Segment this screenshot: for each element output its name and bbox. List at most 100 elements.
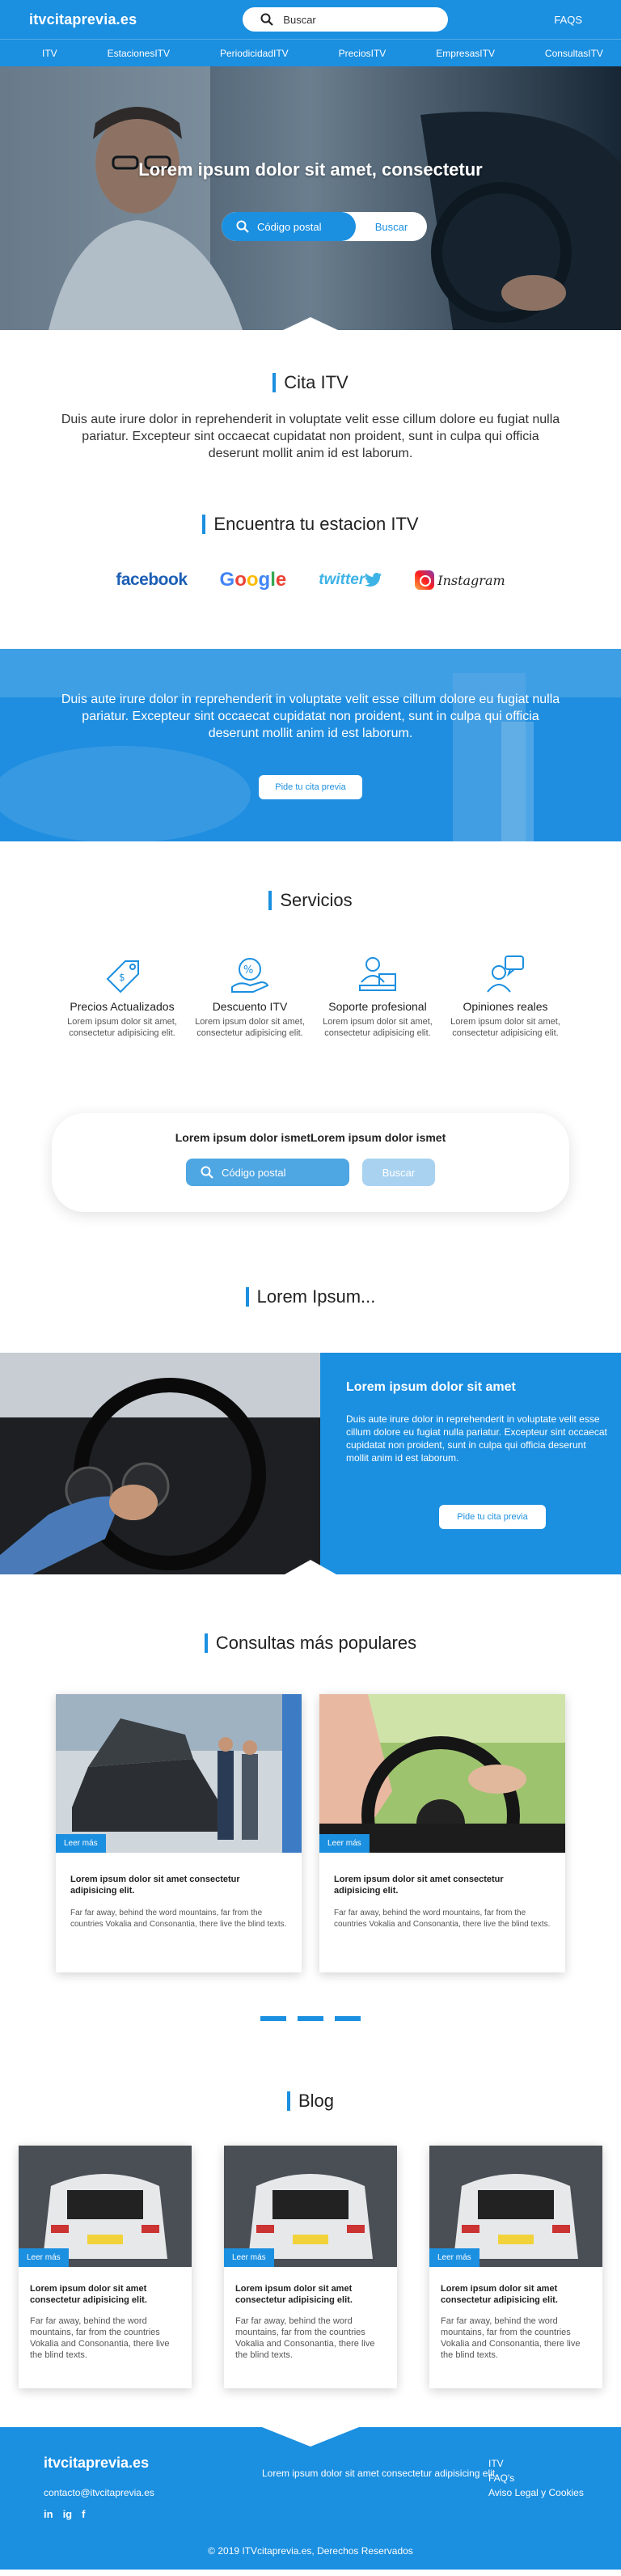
read-more-tag[interactable]: Leer más <box>224 2248 274 2267</box>
twitter-logo[interactable]: twitter <box>319 571 382 589</box>
hero-search-button[interactable]: Buscar <box>356 212 427 241</box>
instagram-logo[interactable]: Instagram <box>415 570 505 590</box>
read-more-tag[interactable]: Leer más <box>56 1834 106 1853</box>
discount-icon: % <box>231 958 269 993</box>
footer-description: Lorem ipsum dolor sit amet consectetur a… <box>262 2468 498 2479</box>
card-text: Far far away, behind the word mountains,… <box>70 1909 287 1929</box>
facebook-icon[interactable]: f <box>82 2508 85 2520</box>
car-rear-image: Leer más <box>429 2146 602 2267</box>
footer-links: ITV FAQ's Aviso Legal y Cookies <box>488 2456 584 2500</box>
search-box-row: Código postal Buscar <box>52 1159 569 1186</box>
blog-title: Blog <box>0 2091 621 2112</box>
hero-title: Lorem ipsum dolor sit amet, consectetur <box>138 159 483 180</box>
service-title: Soporte profesional <box>328 1000 427 1013</box>
read-more-tag[interactable]: Leer más <box>319 1834 370 1853</box>
postal-code-placeholder: Código postal <box>222 1166 286 1179</box>
blog-card-text: Far far away, behind the word mountains,… <box>30 2316 170 2360</box>
lorem-panel: Lorem ipsum dolor sit amet Duis aute iru… <box>320 1353 621 1574</box>
blog-card-text: Far far away, behind the word mountains,… <box>235 2316 375 2360</box>
linkedin-icon[interactable]: in <box>44 2508 53 2520</box>
footer-link-legal[interactable]: Aviso Legal y Cookies <box>488 2485 584 2500</box>
consultas-title: Consultas más populares <box>0 1633 621 1654</box>
cita-text: Duis aute irure dolor in reprehenderit i… <box>61 413 560 460</box>
instagram-icon[interactable]: ig <box>63 2508 73 2520</box>
banner-garage-image <box>0 649 621 841</box>
nav-item-consultas[interactable]: ConsultasITV <box>545 48 603 59</box>
car-rear-image: Leer más <box>19 2146 192 2267</box>
service-title: Opiniones reales <box>463 1000 548 1013</box>
servicios-grid: $ Precios Actualizados Lorem ipsum dolor… <box>0 951 621 1039</box>
service-text: Lorem ipsum dolor sit amet, consectetur … <box>195 1017 305 1038</box>
search-icon <box>201 1166 213 1179</box>
footer: itvcitaprevia.es contacto@itvcitaprevia.… <box>0 2427 621 2570</box>
service-text: Lorem ipsum dolor sit amet, consectetur … <box>450 1017 560 1038</box>
hero: Lorem ipsum dolor sit amet, consectetur … <box>0 66 621 330</box>
footer-link-faqs[interactable]: FAQ's <box>488 2471 584 2485</box>
nav-item-periodicidad[interactable]: PeriodicidadITV <box>220 48 289 59</box>
read-more-tag[interactable]: Leer más <box>19 2248 69 2267</box>
reviews-icon <box>487 955 524 993</box>
service-text: Lorem ipsum dolor sit amet, consectetur … <box>323 1017 433 1038</box>
postal-code-input[interactable]: Código postal <box>222 212 356 241</box>
search-box-title: Lorem ipsum dolor ismetLorem ipsum dolor… <box>175 1131 446 1144</box>
search-icon <box>236 220 249 233</box>
nav-item-empresas[interactable]: EmpresasITV <box>436 48 495 59</box>
carousel-dot[interactable] <box>260 2016 286 2021</box>
nav-item-estaciones[interactable]: EstacionesITV <box>108 48 170 59</box>
blog-card-title: Lorem ipsum dolor sit amet consectetur a… <box>235 2284 353 2305</box>
lorem-notch <box>285 1560 336 1574</box>
car-rear-image: Leer más <box>224 2146 397 2267</box>
lorem-panel-text: Duis aute irure dolor in reprehenderit i… <box>346 1413 607 1464</box>
service-title: Precios Actualizados <box>70 1000 175 1013</box>
lorem-cta-button[interactable]: Pide tu cita previa <box>439 1505 546 1529</box>
service-item: Opiniones reales Lorem ipsum dolor sit a… <box>449 951 562 1039</box>
blog-card-title: Lorem ipsum dolor sit amet consectetur a… <box>441 2284 558 2305</box>
instagram-icon <box>415 570 435 590</box>
faqs-link[interactable]: FAQS <box>554 14 582 26</box>
nav-item-precios[interactable]: PreciosITV <box>339 48 387 59</box>
top-bar: itvcitaprevia.es Buscar FAQS <box>0 0 621 39</box>
blog-card[interactable]: Leer más Lorem ipsum dolor sit amet cons… <box>19 2146 192 2388</box>
nav-item-itv[interactable]: ITV <box>42 48 57 59</box>
carousel-dots <box>0 2016 621 2021</box>
read-more-tag[interactable]: Leer más <box>429 2248 479 2267</box>
service-title: Descuento ITV <box>212 1000 288 1013</box>
blog-cards: Leer más Lorem ipsum dolor sit amet cons… <box>0 2146 621 2388</box>
google-logo[interactable]: Google <box>220 569 287 591</box>
servicios-title: Servicios <box>0 890 621 911</box>
card-title: Lorem ipsum dolor sit amet consectetur a… <box>334 1875 504 1896</box>
postal-code-input-secondary[interactable]: Código postal <box>186 1159 349 1186</box>
secondary-search-box: Lorem ipsum dolor ismetLorem ipsum dolor… <box>52 1113 569 1212</box>
footer-notch <box>262 2427 359 2447</box>
secondary-search-button[interactable]: Buscar <box>362 1159 435 1186</box>
blog-card[interactable]: Leer más Lorem ipsum dolor sit amet cons… <box>224 2146 397 2388</box>
header-search[interactable]: Buscar <box>243 7 449 32</box>
footer-link-itv[interactable]: ITV <box>488 2456 584 2471</box>
search-icon <box>260 13 274 26</box>
hero-notch <box>283 317 338 330</box>
lorem-title: Lorem Ipsum... <box>0 1286 621 1307</box>
consultas-cards: Leer más Lorem ipsum dolor sit amet cons… <box>0 1694 621 1972</box>
consulta-card[interactable]: Leer más Lorem ipsum dolor sit amet cons… <box>319 1694 565 1972</box>
driving-image <box>0 1353 320 1574</box>
consulta-card[interactable]: Leer más Lorem ipsum dolor sit amet cons… <box>56 1694 302 1972</box>
blog-card[interactable]: Leer más Lorem ipsum dolor sit amet cons… <box>429 2146 602 2388</box>
social-logos: facebook Google twitter Instagram <box>0 569 621 591</box>
svg-text:$: $ <box>119 972 125 983</box>
card-text: Far far away, behind the word mountains,… <box>334 1909 551 1929</box>
garage-image: Leer más <box>56 1694 302 1853</box>
svg-text:%: % <box>243 964 253 977</box>
carousel-dot[interactable] <box>335 2016 361 2021</box>
facebook-logo[interactable]: facebook <box>116 570 188 590</box>
site-logo[interactable]: itvcitaprevia.es <box>29 11 137 28</box>
header-search-placeholder: Buscar <box>283 13 316 26</box>
price-tag-icon: $ <box>106 960 139 994</box>
cita-title: Cita ITV <box>0 372 621 393</box>
twitter-bird-icon <box>365 573 382 587</box>
encuentra-title: Encuentra tu estacion ITV <box>0 514 621 535</box>
banner-cta-button[interactable]: Pide tu cita previa <box>259 775 362 799</box>
carousel-dot[interactable] <box>298 2016 323 2021</box>
footer-email[interactable]: contacto@itvcitaprevia.es <box>44 2487 154 2498</box>
footer-logo[interactable]: itvcitaprevia.es <box>44 2455 149 2472</box>
hero-search-bar: Código postal Buscar <box>222 212 427 241</box>
